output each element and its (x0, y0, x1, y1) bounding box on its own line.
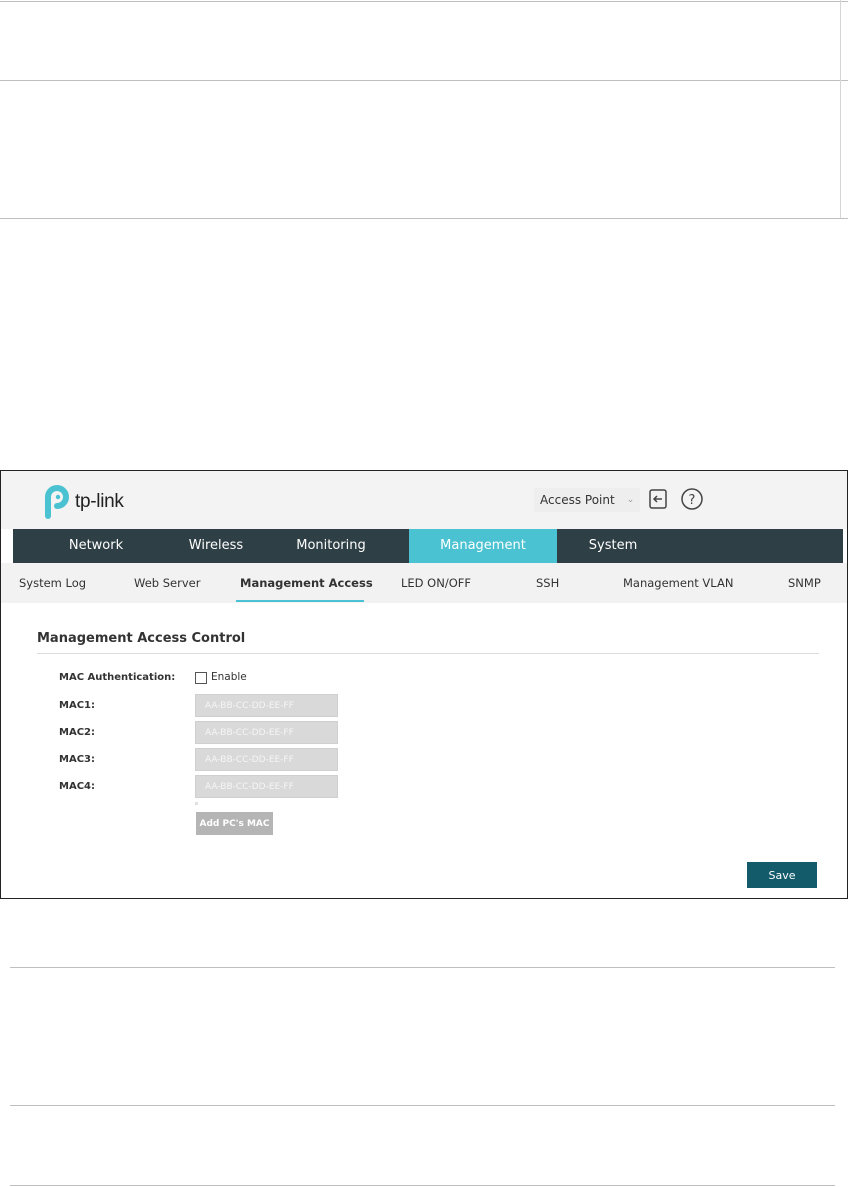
sub-nav: System Log Web Server Management Access … (1, 563, 847, 603)
main-nav: Network Wireless Monitoring Management S… (13, 529, 843, 563)
svg-text:?: ? (689, 493, 696, 508)
subtab-management-access[interactable]: Management Access (240, 563, 373, 603)
tab-management[interactable]: Management (409, 529, 557, 563)
mac-auth-label: MAC Authentication: (59, 672, 176, 683)
subtab-web-server[interactable]: Web Server (134, 563, 200, 603)
resize-mark (195, 802, 198, 805)
active-tab-indicator (236, 600, 364, 602)
mac4-label: MAC4: (59, 781, 95, 792)
subtab-system-log[interactable]: System Log (19, 563, 86, 603)
tab-monitoring[interactable]: Monitoring (253, 529, 409, 563)
tab-wireless[interactable]: Wireless (179, 529, 253, 563)
divider-line (10, 1105, 835, 1106)
mac1-label: MAC1: (59, 700, 95, 711)
tab-system[interactable]: System (557, 529, 669, 563)
mac3-label: MAC3: (59, 754, 95, 765)
subtab-snmp[interactable]: SNMP (788, 563, 821, 603)
tp-link-logo: tp-link (41, 485, 124, 519)
divider-line (10, 1185, 835, 1186)
divider-line (0, 80, 848, 81)
mac4-input[interactable] (195, 775, 338, 798)
save-button[interactable]: Save (747, 862, 817, 888)
subtab-management-vlan[interactable]: Management VLAN (623, 563, 733, 603)
page-edge-line (840, 0, 841, 218)
screenshot-frame: tp-link Access Point ⌄ ? Network Wireles… (0, 470, 848, 899)
enable-label: Enable (211, 671, 247, 683)
section-divider (37, 653, 819, 654)
divider-line (10, 967, 835, 968)
mac2-label: MAC2: (59, 727, 95, 738)
mac2-input[interactable] (195, 721, 338, 744)
help-icon[interactable]: ? (680, 487, 704, 511)
tab-network[interactable]: Network (13, 529, 179, 563)
enable-checkbox[interactable] (195, 672, 207, 684)
add-pc-mac-button[interactable]: Add PC's MAC (196, 812, 273, 835)
chevron-down-icon: ⌄ (626, 495, 635, 505)
subtab-ssh[interactable]: SSH (536, 563, 559, 603)
section-title: Management Access Control (37, 631, 246, 646)
divider-line (0, 1, 848, 2)
mode-select-value: Access Point (540, 493, 615, 507)
divider-line (0, 218, 848, 219)
logout-icon[interactable] (647, 488, 669, 510)
mode-select[interactable]: Access Point ⌄ (534, 488, 641, 512)
logo-text: tp-link (75, 491, 124, 512)
mac3-input[interactable] (195, 748, 338, 771)
tp-link-logo-icon (45, 485, 69, 519)
header-bar: tp-link Access Point ⌄ ? (1, 471, 847, 529)
subtab-led-on-off[interactable]: LED ON/OFF (401, 563, 471, 603)
mac1-input[interactable] (195, 694, 338, 717)
